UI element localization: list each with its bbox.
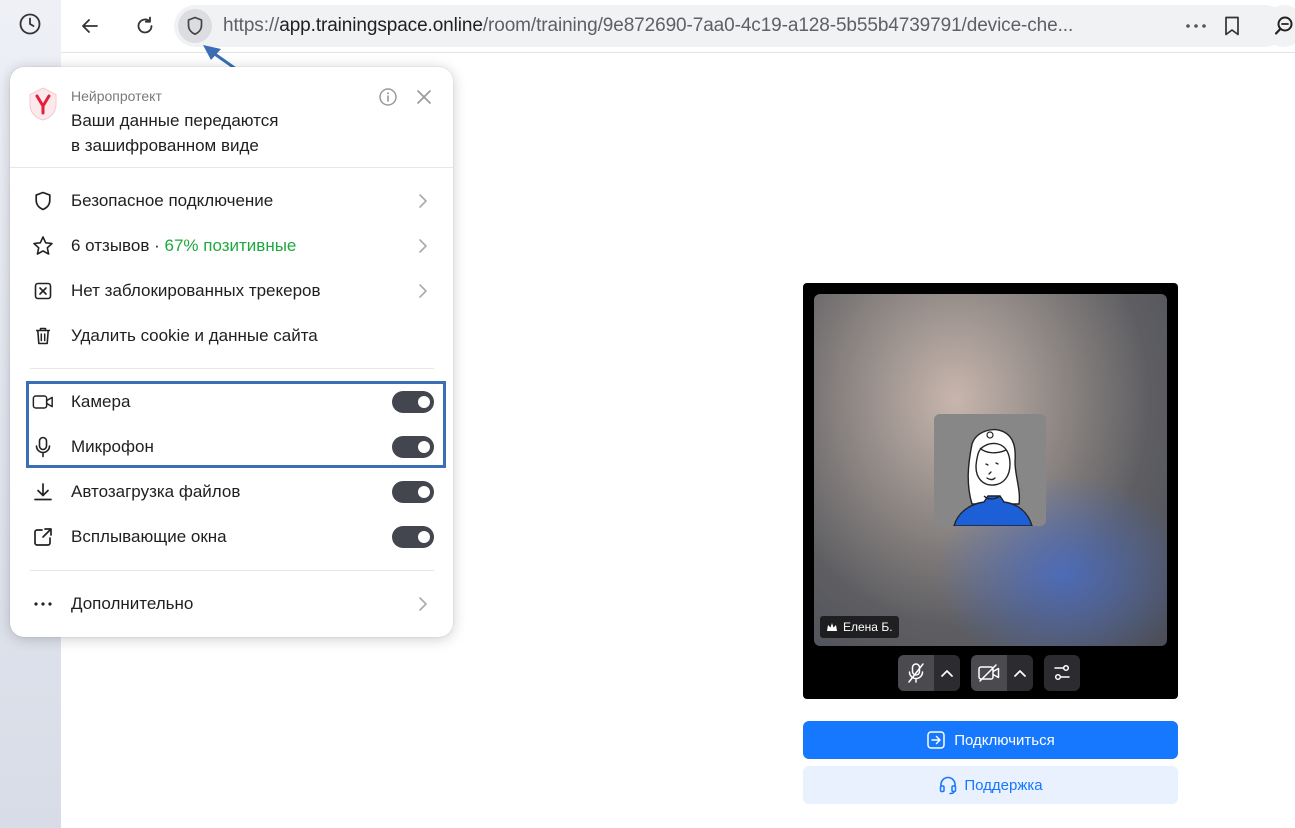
shield-icon <box>32 190 54 212</box>
video-preview: Елена Б. <box>814 294 1167 646</box>
address-bar[interactable]: https://app.trainingspace.online/room/tr… <box>174 5 1286 47</box>
trackers-row[interactable]: Нет заблокированных трекеров <box>10 271 453 311</box>
camera-permission-row[interactable]: Камера <box>10 382 453 422</box>
mic-options-caret[interactable] <box>934 655 960 691</box>
popup-headline-line2: в зашифрованном виде <box>71 136 259 155</box>
mic-off-button[interactable] <box>898 655 934 691</box>
url-text[interactable]: https://app.trainingspace.online/room/tr… <box>223 15 1073 37</box>
trackers-label: Нет заблокированных трекеров <box>71 281 321 300</box>
microphone-toggle[interactable] <box>392 436 434 458</box>
camera-off-button[interactable] <box>971 655 1007 691</box>
headset-icon <box>940 776 957 795</box>
section-divider <box>30 570 434 571</box>
more-dots-icon[interactable] <box>1182 14 1210 38</box>
secure-connection-row[interactable]: Безопасное подключение <box>10 181 453 221</box>
more-settings-row[interactable]: Дополнительно <box>10 584 453 624</box>
support-button-label: Поддержка <box>964 776 1043 794</box>
delete-cookies-row[interactable]: Удалить cookie и данные сайта <box>10 316 453 356</box>
chevron-right-icon <box>419 239 427 253</box>
participant-name: Елена Б. <box>843 620 893 634</box>
popup-headline-line1: Ваши данные передаются <box>71 111 279 130</box>
reviews-label: 6 отзывов · 67% позитивные <box>71 236 296 256</box>
mic-off-icon <box>908 663 924 683</box>
history-clock-icon[interactable] <box>18 12 42 36</box>
info-icon[interactable] <box>378 87 398 107</box>
join-button-label: Подключиться <box>954 731 1055 749</box>
download-icon <box>32 481 54 503</box>
camera-icon <box>32 391 54 413</box>
auto-download-permission-row[interactable]: Автозагрузка файлов <box>10 472 453 512</box>
participant-avatar <box>934 414 1046 526</box>
camera-control-group <box>971 655 1033 691</box>
reviews-row[interactable]: 6 отзывов · 67% позитивные <box>10 226 453 266</box>
crown-icon <box>827 623 837 631</box>
camera-off-icon <box>978 664 1000 682</box>
popup-brand: Нейропротект <box>71 88 162 104</box>
auto-download-toggle[interactable] <box>392 481 434 503</box>
secure-connection-label: Безопасное подключение <box>71 191 274 210</box>
back-arrow-icon[interactable] <box>75 11 105 41</box>
yandex-browser-logo <box>28 87 58 121</box>
camera-options-caret[interactable] <box>1007 655 1033 691</box>
chevron-right-icon <box>419 194 427 208</box>
chevron-up-icon <box>941 670 953 677</box>
mic-control-group <box>898 655 960 691</box>
device-settings-button[interactable] <box>1044 655 1080 691</box>
more-dots-icon <box>32 593 54 615</box>
blocked-tracker-icon <box>32 280 54 302</box>
popups-label: Всплывающие окна <box>71 527 227 546</box>
site-security-shield-button[interactable] <box>178 9 212 43</box>
join-button[interactable]: Подключиться <box>803 721 1178 759</box>
microphone-permission-row[interactable]: Микрофон <box>10 427 453 467</box>
auto-download-label: Автозагрузка файлов <box>71 482 241 501</box>
site-info-popup: Нейропротект Ваши данные передаются в за… <box>10 67 453 637</box>
chevron-up-icon <box>1014 670 1026 677</box>
popup-headline: Ваши данные передаются в зашифрованном в… <box>71 108 371 158</box>
popups-toggle[interactable] <box>392 526 434 548</box>
microphone-label: Микрофон <box>71 437 154 456</box>
delete-cookies-label: Удалить cookie и данные сайта <box>71 326 318 345</box>
settings-sliders-icon <box>1054 664 1070 681</box>
header-divider <box>10 167 453 168</box>
close-icon[interactable] <box>414 87 434 107</box>
camera-toggle[interactable] <box>392 391 434 413</box>
bookmark-icon[interactable] <box>1220 14 1244 38</box>
more-settings-label: Дополнительно <box>71 594 194 613</box>
reviews-count: 6 отзывов · <box>71 236 165 255</box>
section-divider <box>30 368 434 369</box>
chevron-right-icon <box>419 284 427 298</box>
video-preview-card: Елена Б. <box>803 283 1178 699</box>
support-button[interactable]: Поддержка <box>803 766 1178 804</box>
popups-permission-row[interactable]: Всплывающие окна <box>10 517 453 557</box>
chevron-right-icon <box>419 597 427 611</box>
participant-name-badge: Елена Б. <box>820 616 899 638</box>
enter-icon <box>927 731 946 749</box>
microphone-icon <box>32 436 54 458</box>
reviews-positive-percent: 67% позитивные <box>164 236 297 255</box>
star-icon <box>32 235 54 257</box>
trash-icon <box>32 325 54 347</box>
camera-label: Камера <box>71 392 131 411</box>
popup-window-icon <box>32 526 54 548</box>
reload-icon[interactable] <box>130 11 160 41</box>
